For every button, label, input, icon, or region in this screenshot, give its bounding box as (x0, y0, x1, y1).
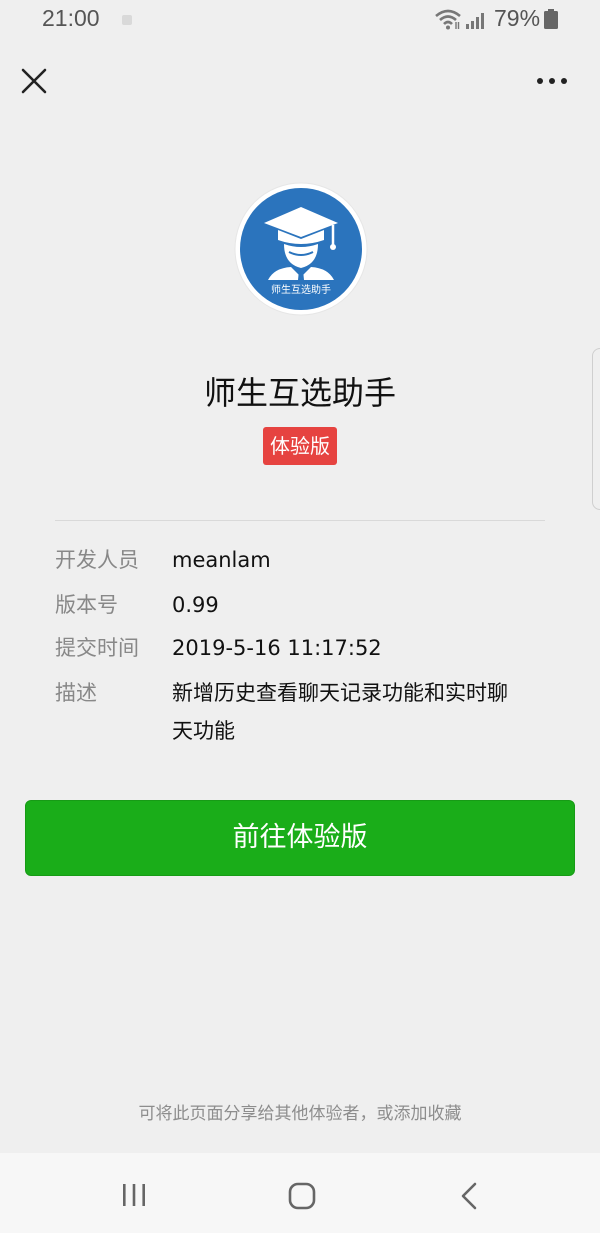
app-logo: 师生互选助手 (234, 182, 368, 316)
system-nav-bar (0, 1153, 600, 1233)
developer-value: meanlam (172, 548, 271, 572)
home-icon[interactable] (288, 1182, 316, 1210)
submit-time-label: 提交时间 (55, 636, 139, 660)
battery-icon (544, 9, 558, 29)
battery-percent: 79% (494, 5, 541, 31)
developer-label: 开发人员 (55, 548, 139, 572)
open-trial-button[interactable]: 前往体验版 (25, 800, 575, 876)
description-value-line-2: 天功能 (172, 719, 235, 743)
close-icon[interactable] (19, 66, 49, 96)
version-value: 0.99 (172, 593, 219, 617)
app-name: 师生互选助手 (203, 374, 396, 412)
version-label: 版本号 (55, 593, 118, 617)
share-note: 可将此页面分享给其他体验者，或添加收藏 (138, 1104, 462, 1124)
back-icon[interactable] (459, 1181, 479, 1211)
signal-icon (466, 13, 484, 29)
description-value-line-1: 新增历史查看聊天记录功能和实时聊 (172, 681, 508, 705)
recent-apps-icon[interactable] (121, 1183, 147, 1207)
logo-text: 师生互选助手 (271, 283, 331, 296)
top-nav-bar (0, 40, 600, 122)
edge-panel-handle[interactable] (592, 348, 600, 510)
divider (55, 520, 545, 521)
description-label: 描述 (55, 681, 97, 705)
submit-time-value: 2019-5-16 11:17:52 (172, 636, 382, 660)
more-icon[interactable] (534, 75, 570, 87)
wifi-icon (435, 9, 461, 30)
trial-badge: 体验版 (263, 427, 337, 465)
status-time: 21:00 (42, 5, 100, 31)
notification-dot-icon (122, 15, 132, 25)
status-bar: 21:00 79% (0, 0, 600, 40)
